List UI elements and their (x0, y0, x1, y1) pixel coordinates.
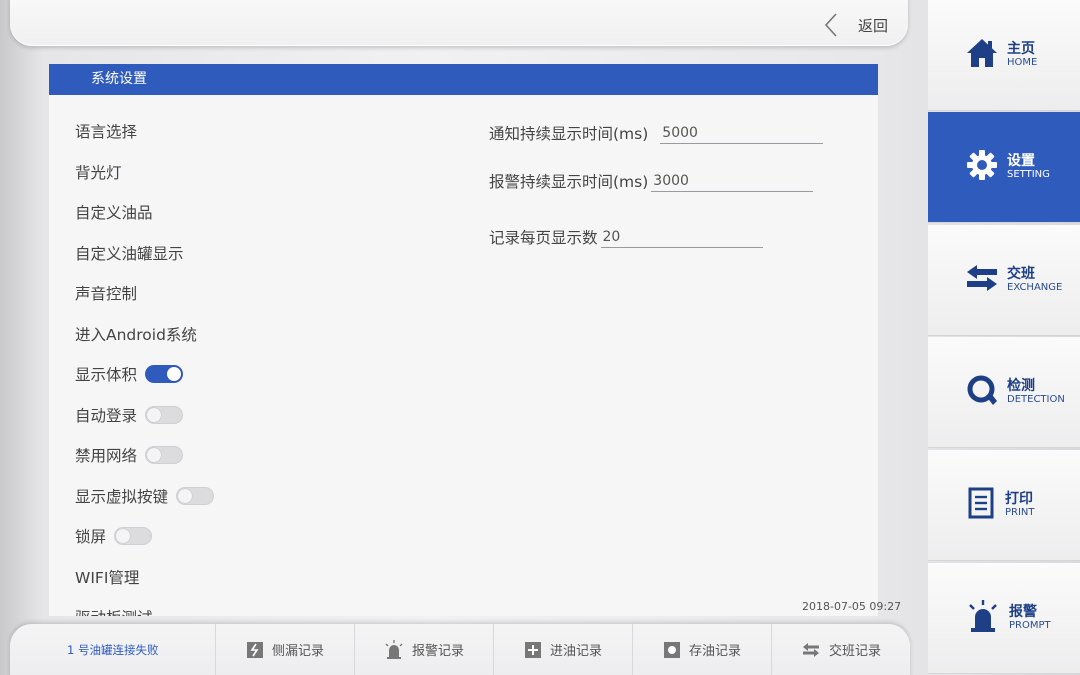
top-bar: 返回 (10, 0, 908, 46)
show-volume-toggle[interactable] (145, 365, 184, 384)
menu-item-show-volume: 显示体积 (75, 354, 214, 395)
exchange-icon (801, 642, 821, 658)
menu-item-disable-network: 禁用网络 (75, 435, 214, 476)
menu-item-label: 自动登录 (75, 406, 138, 425)
nav-exchange-sublabel: EXCHANGE (1007, 282, 1063, 294)
menu-item-label: WIFI管理 (75, 568, 140, 587)
menu-item-label: 驱动板测试 (75, 606, 153, 616)
print-icon (966, 487, 996, 523)
menu-item-label: 自定义油罐显示 (75, 244, 184, 263)
home-icon (966, 37, 998, 73)
menu-item-label: 显示体积 (75, 366, 138, 385)
menu-item-custom-oil[interactable]: 自定义油品 (75, 192, 214, 233)
menu-item-label: 自定义油品 (75, 204, 153, 223)
menu-item-wifi[interactable]: WIFI管理 (75, 557, 214, 598)
toggle-knob (178, 488, 193, 503)
nav-print-sublabel: PRINT (1005, 507, 1035, 519)
nav-setting-label: 设置 (1007, 152, 1035, 169)
nav-setting-sublabel: SETTING (1007, 169, 1050, 181)
oil-in-records-label: 进油记录 (549, 644, 602, 659)
menu-item-sound-control[interactable]: 声音控制 (75, 273, 214, 314)
menu-item-label: 声音控制 (75, 285, 138, 304)
exchange-arrows-icon (966, 263, 998, 297)
detection-icon (966, 374, 998, 410)
nav-setting[interactable]: 设置 SETTING (928, 112, 1080, 223)
settings-menu: 语言选择 背光灯 自定义油品 自定义油罐显示 声音控制 进入Android系统 … (75, 111, 215, 616)
notify-duration-label: 通知持续显示时间(ms) (489, 125, 649, 143)
back-button[interactable]: 返回 (824, 10, 888, 40)
oil-store-records-label: 存油记录 (688, 644, 741, 659)
alarm-duration-input[interactable]: 3000 (651, 173, 814, 192)
nav-detection[interactable]: 检测 DETECTION (928, 337, 1080, 448)
nav-prompt-label: 报警 (1009, 603, 1037, 620)
side-nav: 主页 HOME 设置 SETTING 交班 EXCHANGE 检测 DETECTION … (928, 0, 1080, 675)
toggle-knob (147, 407, 162, 422)
lock-screen-toggle[interactable] (114, 527, 153, 546)
nav-detection-sublabel: DETECTION (1007, 394, 1065, 406)
leak-records-button[interactable]: 侧漏记录 (215, 624, 354, 675)
menu-item-label: 锁屏 (75, 528, 107, 547)
oil-in-records-button[interactable]: 进油记录 (493, 624, 632, 675)
nav-home-label: 主页 (1007, 40, 1035, 57)
toggle-knob (167, 367, 182, 382)
toggle-knob (116, 529, 131, 544)
alarm-records-label: 报警记录 (411, 644, 464, 659)
menu-item-label: 背光灯 (75, 163, 122, 182)
notify-duration-row: 通知持续显示时间(ms) 5000 (489, 122, 824, 144)
oil-in-icon (524, 641, 542, 659)
menu-item-driver-test[interactable]: 驱动板测试 (75, 597, 214, 616)
nav-print-label: 打印 (1005, 490, 1033, 507)
menu-item-lock-screen: 锁屏 (75, 516, 214, 557)
leak-icon (246, 641, 264, 659)
alarm-light-icon (966, 599, 1000, 637)
panel-title: 系统设置 (49, 64, 878, 95)
exchange-records-label: 交班记录 (828, 644, 881, 659)
menu-item-label: 禁用网络 (75, 447, 138, 466)
menu-item-custom-tank-display[interactable]: 自定义油罐显示 (75, 233, 214, 274)
notify-duration-input[interactable]: 5000 (660, 125, 824, 144)
nav-prompt-sublabel: PROMPT (1009, 620, 1051, 632)
menu-item-label: 显示虚拟按键 (75, 487, 169, 506)
alarm-duration-label: 报警持续显示时间(ms) (489, 173, 649, 191)
nav-exchange-label: 交班 (1007, 265, 1035, 282)
menu-item-virtual-keys: 显示虚拟按键 (75, 476, 215, 517)
menu-item-auto-login: 自动登录 (75, 395, 214, 436)
auto-login-toggle[interactable] (145, 405, 184, 424)
virtual-keys-toggle[interactable] (176, 486, 215, 505)
records-per-page-input[interactable]: 20 (600, 229, 763, 248)
status-message: 1 号油罐连接失败 (67, 642, 159, 657)
menu-item-backlight[interactable]: 背光灯 (75, 152, 214, 193)
toggle-knob (147, 448, 162, 463)
nav-detection-label: 检测 (1007, 377, 1035, 394)
back-label: 返回 (857, 16, 888, 35)
menu-item-label: 语言选择 (75, 123, 138, 142)
system-settings-panel: 系统设置 语言选择 背光灯 自定义油品 自定义油罐显示 声音控制 进入Andro… (49, 64, 878, 616)
alarm-records-button[interactable]: 报警记录 (354, 624, 493, 675)
menu-item-language[interactable]: 语言选择 (75, 111, 214, 152)
datetime: 2018-07-05 09:27 (802, 600, 902, 613)
nav-print[interactable]: 打印 PRINT (928, 450, 1080, 561)
menu-item-enter-android[interactable]: 进入Android系统 (75, 314, 214, 355)
exchange-records-button[interactable]: 交班记录 (771, 624, 910, 675)
oil-store-icon (663, 641, 681, 659)
oil-store-records-button[interactable]: 存油记录 (632, 624, 771, 675)
nav-home-sublabel: HOME (1007, 57, 1038, 69)
nav-home[interactable]: 主页 HOME (928, 0, 1080, 111)
gear-icon (966, 149, 998, 185)
records-per-page-label: 记录每页显示数 (489, 229, 598, 247)
alarm-duration-row: 报警持续显示时间(ms) 3000 (489, 170, 814, 192)
bottom-bar: 1 号油罐连接失败 侧漏记录 报警记录 进油记录 存油记录 交班记录 (10, 624, 910, 675)
menu-item-label: 进入Android系统 (75, 325, 197, 344)
alarm-icon (384, 639, 404, 660)
leak-records-label: 侧漏记录 (271, 644, 324, 659)
nav-exchange[interactable]: 交班 EXCHANGE (928, 225, 1080, 336)
nav-prompt[interactable]: 报警 PROMPT (928, 563, 1080, 674)
disable-network-toggle[interactable] (145, 446, 184, 465)
chevron-left-icon (824, 12, 838, 38)
records-per-page-row: 记录每页显示数 20 (489, 226, 763, 248)
